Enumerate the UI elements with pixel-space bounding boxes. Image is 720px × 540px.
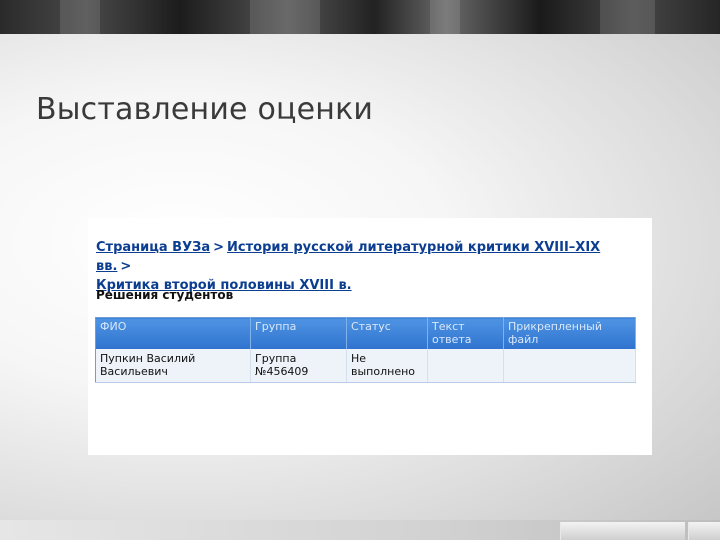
banner-streak: [600, 0, 655, 34]
column-header-name[interactable]: ФИО: [95, 317, 251, 349]
screenshot-panel: Страница ВУЗа > История русской литературн…: [88, 218, 652, 455]
banner-streak: [430, 0, 460, 34]
column-header-group[interactable]: Группа: [250, 317, 347, 349]
cell-attached-file: [503, 349, 636, 383]
decorative-top-banner: [0, 0, 720, 34]
bottom-tile: [560, 522, 685, 540]
slide-title: Выставление оценки: [36, 92, 374, 127]
bottom-tile: [688, 522, 720, 540]
breadcrumb: Страница ВУЗа > История русской литературн…: [96, 238, 636, 295]
breadcrumb-link-university[interactable]: Страница ВУЗа: [96, 240, 210, 255]
column-header-answer-text[interactable]: Текст ответа: [427, 317, 504, 349]
banner-streak: [60, 0, 100, 34]
column-header-status[interactable]: Статус: [346, 317, 428, 349]
table-header-row: ФИО Группа Статус Текст ответа Прикрепле…: [95, 317, 636, 349]
cell-student-name: Пупкин Василий Васильевич: [95, 349, 251, 383]
cell-answer-text: [427, 349, 504, 383]
cell-status: Не выполнено: [346, 349, 428, 383]
cell-group: Группа №456409: [250, 349, 347, 383]
breadcrumb-separator: >: [213, 240, 225, 255]
banner-streak: [250, 0, 320, 34]
table-row[interactable]: Пупкин Василий Васильевич Группа №456409…: [95, 349, 636, 383]
column-header-attached-file[interactable]: Прикрепленный файл: [503, 317, 636, 349]
section-title: Решения студентов: [96, 288, 234, 302]
decorative-bottom-strip: [0, 520, 720, 540]
breadcrumb-separator: >: [120, 259, 132, 274]
student-solutions-table: ФИО Группа Статус Текст ответа Прикрепле…: [95, 317, 636, 383]
